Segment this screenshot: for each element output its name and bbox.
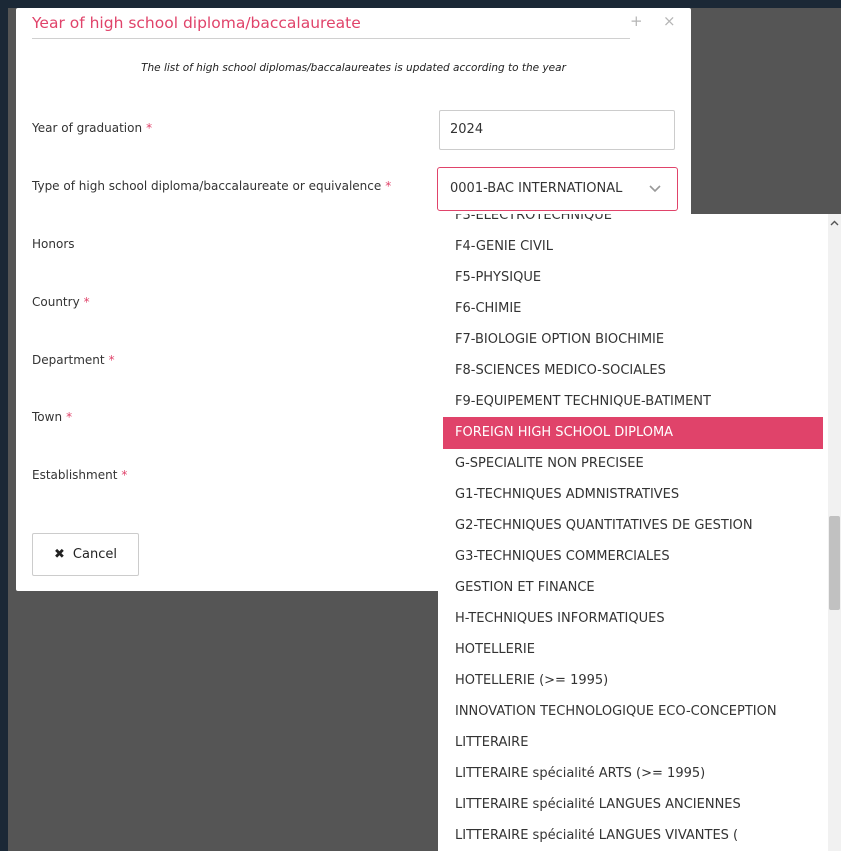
dropdown-option-selected[interactable]: FOREIGN HIGH SCHOOL DIPLOMA [443, 417, 823, 449]
required-marker: * [83, 295, 90, 309]
dropdown-option[interactable]: LITTERAIRE [443, 727, 823, 759]
close-icon[interactable]: × [663, 11, 676, 31]
required-marker: * [66, 410, 73, 424]
dropdown-option[interactable]: HOTELLERIE [443, 634, 823, 666]
dropdown-option[interactable]: LITTERAIRE spécialité ARTS (>= 1995) [443, 758, 823, 790]
year-input[interactable]: 2024 [439, 110, 675, 150]
required-marker: * [146, 121, 153, 135]
dropdown-option[interactable]: F5-PHYSIQUE [443, 262, 823, 294]
establishment-label: Establishment * [32, 468, 128, 482]
required-marker: * [108, 353, 115, 367]
department-label: Department * [32, 353, 115, 367]
cancel-label: Cancel [72, 547, 117, 562]
diploma-type-value: 0001-BAC INTERNATIONAL [450, 181, 623, 196]
dropdown-option[interactable]: F7-BIOLOGIE OPTION BIOCHIMIE [443, 324, 823, 356]
honors-label: Honors [32, 237, 75, 251]
info-note: The list of high school diplomas/baccala… [141, 62, 566, 74]
times-icon: ✖ [54, 547, 65, 562]
plus-icon[interactable]: + [630, 11, 643, 31]
dropdown-option-partial[interactable]: F3-ELECTROTECHNIQUE [443, 214, 823, 232]
dropdown-option[interactable]: GESTION ET FINANCE [443, 572, 823, 604]
dialog-header: Year of high school diploma/baccalaureat… [32, 8, 630, 39]
dropdown-scrollbar[interactable] [828, 214, 841, 851]
dropdown-option[interactable]: G2-TECHNIQUES QUANTITATIVES DE GESTION [443, 510, 823, 542]
dropdown-option[interactable]: G1-TECHNIQUES ADMNISTRATIVES [443, 479, 823, 511]
year-label: Year of graduation * [32, 121, 153, 135]
diploma-type-dropdown[interactable]: F3-ELECTROTECHNIQUE F4-GENIE CIVIL F5-PH… [438, 214, 841, 851]
dropdown-option[interactable]: F4-GENIE CIVIL [443, 231, 823, 263]
dropdown-option[interactable]: LITTERAIRE spécialité LANGUES VIVANTES ( [443, 820, 823, 851]
dialog-title: Year of high school diploma/baccalaureat… [32, 14, 361, 32]
cancel-button[interactable]: ✖ Cancel [32, 533, 139, 576]
country-label: Country * [32, 295, 90, 309]
dropdown-option[interactable]: INNOVATION TECHNOLOGIQUE ECO-CONCEPTION [443, 696, 823, 728]
scrollbar-thumb[interactable] [829, 516, 840, 610]
diploma-type-label: Type of high school diploma/baccalaureat… [32, 179, 392, 193]
dropdown-option[interactable]: H-TECHNIQUES INFORMATIQUES [443, 603, 823, 635]
dropdown-option[interactable]: G-SPECIALITE NON PRECISEE [443, 448, 823, 480]
dropdown-option[interactable]: F6-CHIMIE [443, 293, 823, 325]
dropdown-option[interactable]: F9-EQUIPEMENT TECHNIQUE-BATIMENT [443, 386, 823, 418]
diploma-type-select[interactable]: 0001-BAC INTERNATIONAL [437, 167, 678, 211]
town-label: Town * [32, 410, 73, 424]
required-marker: * [121, 468, 128, 482]
dropdown-option[interactable]: F8-SCIENCES MEDICO-SOCIALES [443, 355, 823, 387]
dropdown-option[interactable]: HOTELLERIE (>= 1995) [443, 665, 823, 697]
dropdown-option[interactable]: LITTERAIRE spécialité LANGUES ANCIENNES [443, 789, 823, 821]
scroll-up-arrow-icon[interactable] [828, 218, 841, 229]
required-marker: * [385, 179, 392, 193]
dropdown-option[interactable]: G3-TECHNIQUES COMMERCIALES [443, 541, 823, 573]
